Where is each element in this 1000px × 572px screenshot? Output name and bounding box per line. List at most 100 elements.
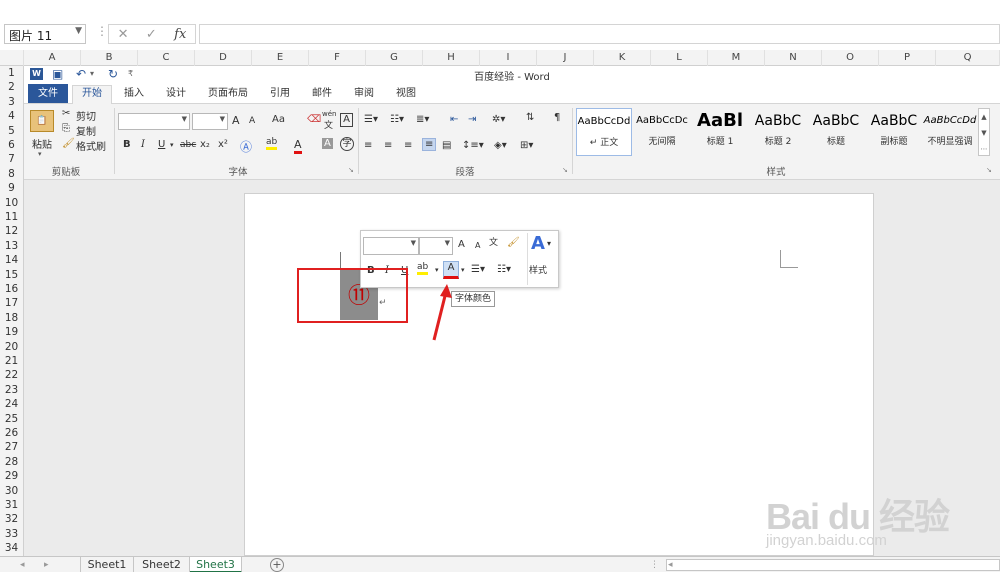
- row-header[interactable]: 2: [0, 80, 23, 94]
- cancel-icon[interactable]: ✕: [118, 27, 129, 42]
- enter-icon[interactable]: ✓: [146, 27, 157, 42]
- row-header[interactable]: 18: [0, 311, 23, 325]
- row-header[interactable]: 6: [0, 138, 23, 152]
- column-header[interactable]: C: [138, 50, 195, 66]
- tab-layout: 页面布局: [208, 88, 248, 99]
- highlight-icon: ab: [266, 137, 278, 150]
- formula-input[interactable]: [199, 24, 1000, 44]
- row-header[interactable]: 31: [0, 498, 23, 512]
- row-header[interactable]: 5: [0, 124, 23, 138]
- row-header[interactable]: 3: [0, 95, 23, 109]
- select-all-corner[interactable]: [0, 50, 24, 66]
- row-header[interactable]: 13: [0, 239, 23, 253]
- name-box[interactable]: 图片 11 ▼: [4, 24, 86, 44]
- column-header[interactable]: H: [423, 50, 480, 66]
- column-header[interactable]: M: [708, 50, 765, 66]
- style-name: 标题 2: [764, 137, 792, 147]
- dialog-launcher-icon: ↘: [348, 166, 354, 174]
- row-header[interactable]: 24: [0, 397, 23, 411]
- row-header[interactable]: 20: [0, 340, 23, 354]
- row-header[interactable]: 8: [0, 167, 23, 181]
- row-header[interactable]: 29: [0, 469, 23, 483]
- row-header[interactable]: 32: [0, 512, 23, 526]
- styles-icon: A: [531, 233, 545, 254]
- word-screenshot-image[interactable]: W ▣ ↶ ▾ ↻ ₹ 百度经验 - Word 文件 开始 插入 设计 页面布局…: [24, 66, 1000, 180]
- phonetic-guide-icon: wén: [322, 110, 337, 118]
- horizontal-scrollbar[interactable]: [666, 559, 1000, 571]
- red-arrow-annotation: [432, 284, 452, 341]
- style-heading-2: AaBbC 标题 2: [750, 108, 806, 156]
- style-name: 标题 1: [706, 137, 734, 147]
- scroll-left-icon[interactable]: ◂: [20, 557, 25, 572]
- show-marks-icon: ¶: [554, 112, 561, 123]
- insert-function-icon[interactable]: fx: [174, 27, 186, 42]
- row-header[interactable]: 28: [0, 455, 23, 469]
- font-name-combo: ▼: [118, 113, 190, 130]
- copy-icon: ⎘: [62, 123, 70, 134]
- sheet-tab-1[interactable]: Sheet1: [80, 557, 134, 572]
- column-header[interactable]: B: [81, 50, 138, 66]
- format-painter-icon: 🖌: [507, 237, 520, 248]
- row-header[interactable]: 27: [0, 440, 23, 454]
- row-header[interactable]: 19: [0, 325, 23, 339]
- add-sheet-icon[interactable]: +: [270, 558, 284, 572]
- row-header[interactable]: 33: [0, 527, 23, 541]
- column-header[interactable]: A: [24, 50, 81, 66]
- column-header[interactable]: Q: [936, 50, 1000, 66]
- column-header[interactable]: N: [765, 50, 822, 66]
- row-header[interactable]: 9: [0, 181, 23, 195]
- subscript-icon: x₂: [200, 139, 210, 150]
- column-header[interactable]: G: [366, 50, 423, 66]
- row-header[interactable]: 1: [0, 66, 23, 80]
- style-name: 标题: [826, 137, 845, 147]
- column-header[interactable]: L: [651, 50, 708, 66]
- chevron-down-icon[interactable]: ▼: [75, 26, 82, 36]
- word-window-title: 百度经验 - Word: [474, 72, 550, 83]
- font-color-icon: A: [294, 138, 302, 154]
- sheet-tab-bar: ◂ ▸ Sheet1 Sheet2 Sheet3 + ⋮ ◂: [0, 556, 1000, 572]
- name-box-value: 图片 11: [9, 29, 53, 43]
- row-header[interactable]: 7: [0, 152, 23, 166]
- row-header[interactable]: 4: [0, 109, 23, 123]
- shrink-font-icon: A: [475, 241, 481, 250]
- row-header[interactable]: 34: [0, 541, 23, 555]
- column-header[interactable]: F: [309, 50, 366, 66]
- sheet-tab-3[interactable]: Sheet3: [190, 557, 242, 572]
- row-header[interactable]: 30: [0, 484, 23, 498]
- chevron-down-icon: ▼: [444, 239, 450, 247]
- format-painter-label: 格式刷: [76, 142, 106, 153]
- row-header[interactable]: 14: [0, 253, 23, 267]
- column-header[interactable]: P: [879, 50, 936, 66]
- page-corner-mark: [780, 250, 798, 268]
- column-header[interactable]: K: [594, 50, 651, 66]
- row-header[interactable]: 22: [0, 368, 23, 382]
- row-header[interactable]: 12: [0, 224, 23, 238]
- column-header[interactable]: D: [195, 50, 252, 66]
- chevron-down-icon: ▾: [435, 266, 439, 274]
- scroll-left-icon[interactable]: ◂: [668, 557, 673, 572]
- line-spacing-icon: ↕≡▾: [462, 140, 484, 151]
- row-header[interactable]: 25: [0, 412, 23, 426]
- paragraph-group-label: 段落: [455, 167, 475, 178]
- row-header[interactable]: 21: [0, 354, 23, 368]
- split-handle-icon[interactable]: ⋮: [650, 557, 659, 572]
- row-header[interactable]: 17: [0, 296, 23, 310]
- red-highlight-box: [297, 268, 408, 323]
- decrease-indent-icon: ⇤: [450, 114, 459, 125]
- column-header[interactable]: O: [822, 50, 879, 66]
- row-header[interactable]: 11: [0, 210, 23, 224]
- row-header[interactable]: 16: [0, 282, 23, 296]
- row-header[interactable]: 23: [0, 383, 23, 397]
- row-header[interactable]: 26: [0, 426, 23, 440]
- column-header[interactable]: E: [252, 50, 309, 66]
- watermark-url: jingyan.baidu.com: [766, 532, 887, 549]
- column-header[interactable]: J: [537, 50, 594, 66]
- row-header[interactable]: 15: [0, 268, 23, 282]
- scroll-right-icon[interactable]: ▸: [44, 557, 49, 572]
- column-header[interactable]: I: [480, 50, 537, 66]
- row-header[interactable]: 10: [0, 196, 23, 210]
- sheet-tab-2[interactable]: Sheet2: [134, 557, 190, 572]
- style-no-spacing: AaBbCcDc 无间隔: [634, 108, 690, 156]
- chevron-down-icon: ▾: [170, 141, 174, 149]
- ribbon-tabs: 文件 开始 插入 设计 页面布局 引用 邮件 审阅 视图: [24, 84, 1000, 104]
